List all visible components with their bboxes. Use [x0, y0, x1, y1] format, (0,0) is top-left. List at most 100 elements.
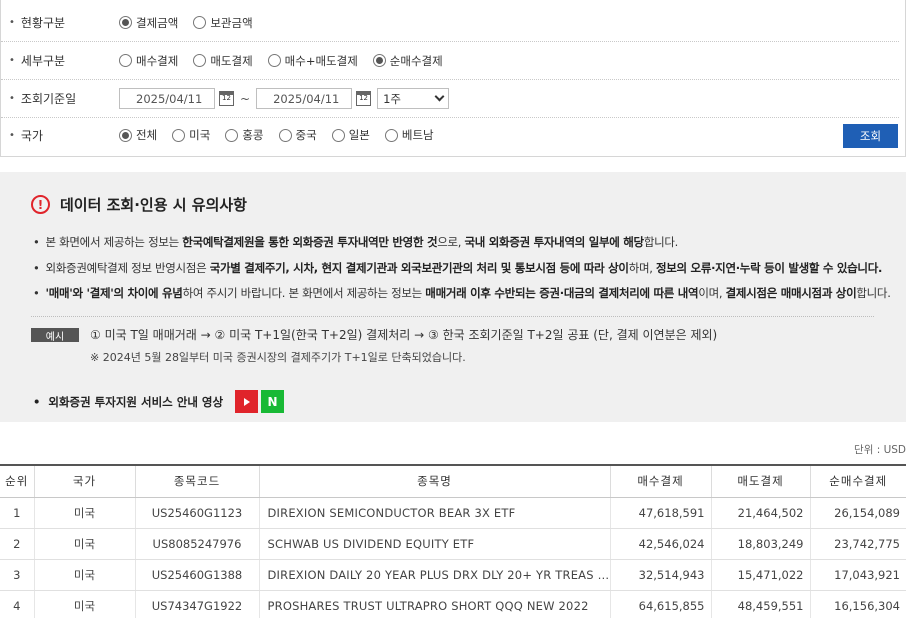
net-cell: 23,742,775 [810, 528, 906, 560]
rank-cell: 3 [0, 559, 35, 591]
buy-cell: 47,618,591 [610, 497, 712, 529]
country-option[interactable]: 전체 [119, 127, 157, 143]
table-row[interactable]: 3 미국 US25460G1388 DIREXION DAILY 20 YEAR PL… [0, 559, 906, 591]
country-cell: 미국 [34, 559, 136, 591]
country-option-label: 중국 [295, 128, 317, 142]
date-tilde: ~ [240, 91, 251, 106]
sell-cell: 21,464,502 [711, 497, 811, 529]
column-header: 순위 [0, 464, 35, 498]
radio-button[interactable] [172, 128, 186, 142]
column-header: 국가 [34, 464, 136, 498]
video-guide: • 외화증권 투자지원 서비스 안내 영상 N [33, 390, 285, 413]
country-option-label: 전체 [136, 128, 158, 142]
search-button[interactable]: 조회 [843, 124, 898, 148]
net-cell: 17,043,921 [810, 559, 906, 591]
detail-option[interactable]: 매수결제 [119, 53, 178, 69]
calendar-icon[interactable]: 12 [356, 91, 372, 106]
settlement-table: 순위 국가 종목코드 종목명 매수결제 매도결제 순매수결제 1 미국 US25460G1123… [0, 464, 906, 618]
warning-icon: ! [31, 195, 50, 214]
detail-option[interactable]: 순매수결제 [372, 53, 443, 69]
code-cell: US8085247976 [135, 528, 260, 560]
period-select[interactable]: 1주 [377, 88, 450, 109]
radio-button[interactable] [372, 54, 386, 67]
country-option-label: 홍콩 [242, 128, 264, 142]
radio-button[interactable] [119, 128, 132, 142]
filter-row-date: •조회기준일 12 ~ 12 1주 [1, 80, 899, 118]
table-row[interactable]: 4 미국 US74347G1922 PROSHARES TRUST ULTRAPRO … [0, 590, 906, 618]
country-cell: 미국 [34, 590, 136, 618]
column-header: 매수결제 [610, 464, 712, 498]
country-option[interactable]: 베트남 [384, 127, 434, 143]
detail-options: 매수결제 매도결제 매수+매도결제 순매수결제 [119, 53, 458, 69]
filter-row-detail: • 세부구분 매수결제 매도결제 매수+매도결제 순매수결제 [1, 42, 899, 80]
detail-option-label: 매수+매도결제 [284, 53, 358, 68]
radio-button[interactable] [267, 54, 281, 67]
date-label: • 조회기준일 [9, 92, 77, 106]
buy-cell: 64,615,855 [610, 590, 712, 618]
example-badge: 예시 [31, 328, 79, 343]
table-row[interactable]: 1 미국 US25460G1123 DIREXION SEMICONDUCTOR BE… [0, 497, 906, 529]
notice-divider [31, 316, 874, 317]
country-option[interactable]: 홍콩 [225, 127, 264, 143]
detail-option[interactable]: 매수+매도결제 [267, 53, 358, 69]
table-row[interactable]: 2 미국 US8085247976 SCHWAB US DIVIDEND EQUITY… [0, 528, 906, 560]
country-option-label: 일본 [348, 128, 370, 142]
youtube-play-icon[interactable] [235, 390, 259, 413]
country-option-label: 베트남 [401, 128, 434, 142]
period-select-value: 1주 [383, 91, 401, 106]
video-guide-label: 외화증권 투자지원 서비스 안내 영상 [48, 394, 224, 409]
name-cell: DIREXION SEMICONDUCTOR BEAR 3X ETF [259, 497, 611, 529]
status-option[interactable]: 보관금액 [193, 15, 253, 31]
net-cell: 26,154,089 [810, 497, 906, 529]
chevron-down-icon [434, 91, 445, 102]
detail-option-label: 매수결제 [136, 53, 179, 68]
notice-line-2: • 외화증권예탁결제 정보 반영시점은 국가별 결제주기, 시차, 현지 결제기관… [33, 261, 883, 275]
radio-button[interactable] [193, 54, 207, 67]
country-label: • 국가 [9, 128, 43, 143]
radio-button[interactable] [384, 128, 398, 142]
status-option-label: 보관금액 [210, 15, 253, 30]
status-options: 결제금액 보관금액 [119, 15, 268, 31]
name-cell: DIREXION DAILY 20 YEAR PLUS DRX DLY 20+ … [259, 559, 611, 591]
search-panel: • 현황구분 결제금액 보관금액 • 세부구분 매수결제 매도결제 매수+매도결제 순매수결… [0, 0, 906, 157]
country-option[interactable]: 일본 [331, 127, 370, 143]
radio-button[interactable] [278, 128, 292, 142]
notice-line-3: • '매매'와 '결제'의 차이에 유념하여 주시기 바랍니다. 본 화면에서 제… [33, 286, 891, 300]
status-label: • 현황구분 [9, 16, 66, 30]
detail-option-label: 매도결제 [210, 53, 253, 68]
date-from-input[interactable] [119, 88, 215, 109]
notice-title: ! 데이터 조회·인용 시 유의사항 [31, 194, 247, 215]
radio-button[interactable] [119, 54, 132, 67]
status-option[interactable]: 결제금액 [119, 15, 178, 31]
radio-button[interactable] [331, 128, 345, 142]
name-cell: PROSHARES TRUST ULTRAPRO SHORT QQQ NEW 2… [259, 590, 611, 618]
unit-label: 단위 : USD [854, 444, 906, 456]
column-header: 종목명 [259, 464, 611, 498]
name-cell: SCHWAB US DIVIDEND EQUITY ETF [259, 528, 611, 560]
example-text: ① 미국 T일 매매거래 → ② 미국 T+1일(한국 T+2일) 결제처리 →… [90, 328, 718, 342]
calendar-icon[interactable]: 12 [219, 91, 234, 106]
code-cell: US25460G1123 [135, 497, 260, 529]
country-option[interactable]: 중국 [278, 127, 317, 143]
country-option-label: 미국 [189, 128, 211, 142]
date-to-input[interactable] [256, 88, 353, 109]
code-cell: US25460G1388 [135, 559, 260, 591]
example-note: ※ 2024년 5월 28일부터 미국 증권시장의 결제주기가 T+1일로 단축… [90, 351, 466, 364]
net-cell: 16,156,304 [810, 590, 906, 618]
rank-cell: 2 [0, 528, 35, 560]
radio-button[interactable] [119, 16, 132, 29]
notice-box: ! 데이터 조회·인용 시 유의사항 • 본 화면에서 제공하는 정보는 한국예탁… [0, 172, 906, 422]
country-option[interactable]: 미국 [172, 127, 210, 143]
country-cell: 미국 [34, 528, 136, 560]
naver-icon[interactable]: N [261, 390, 285, 413]
date-range: 12 ~ 12 1주 [119, 88, 450, 109]
rank-cell: 4 [0, 590, 35, 618]
status-option-label: 결제금액 [136, 15, 179, 30]
detail-option[interactable]: 매도결제 [193, 53, 253, 69]
radio-button[interactable] [225, 128, 239, 142]
radio-button[interactable] [193, 16, 207, 29]
country-options: 전체 미국 홍콩 중국 일본 베트남 [119, 127, 449, 143]
detail-option-label: 순매수결제 [389, 53, 443, 68]
column-header: 매도결제 [711, 464, 811, 498]
buy-cell: 32,514,943 [610, 559, 712, 591]
